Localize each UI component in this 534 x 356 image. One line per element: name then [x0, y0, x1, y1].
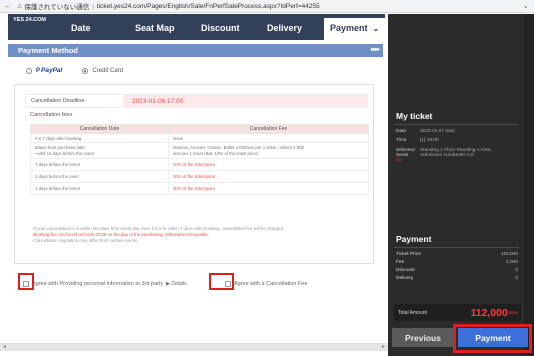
price-row: Ticket Price 110,000: [396, 252, 518, 257]
deadline-label: Cancellation Deadline: [31, 98, 85, 104]
chevron-down-icon: ⌄: [372, 24, 380, 33]
price-label: Fee: [396, 260, 405, 265]
cell-date: 3 days before the even: [30, 170, 169, 183]
cell-date: 7 days before the event: [30, 158, 169, 171]
table-row: 7 days before the event 10% of the ticke…: [30, 158, 369, 171]
extensions-icon[interactable]: ⌄: [522, 1, 529, 10]
cancellation-fees-title: Cancellation fees: [30, 112, 73, 118]
table-row: 1 days before the event 30% of the ticke…: [30, 182, 369, 195]
ticket-seats-row: Selected Seats (1) Standing 1 Floor Stan…: [396, 148, 491, 163]
cell-fee: None: [168, 133, 369, 143]
tab-seat-map[interactable]: Seat Map: [135, 23, 175, 33]
price-label: Delivery: [396, 276, 414, 281]
cell-date: 1 days before the event: [30, 182, 169, 195]
cell-date: For 7 days after booking: [30, 133, 169, 143]
tab-discount[interactable]: Discount: [201, 23, 240, 33]
credit-card-radio[interactable]: [82, 67, 89, 74]
paypal-logo-icon: P: [36, 67, 41, 74]
cancellation-fee-table: Cancellation Date Cancellation Fee For 7…: [30, 124, 369, 195]
note-item: -Cancellation regulation may differ from…: [32, 238, 139, 243]
previous-button[interactable]: Previous: [392, 328, 454, 347]
agree-cancel-fee-row[interactable]: Agree with a Cancellation Fee: [225, 277, 307, 290]
seats-label: Selected Seats (1): [396, 148, 420, 163]
cancellation-notes: -If your cancellation is in within ten d…: [32, 226, 377, 244]
time-value: [1] 18:00: [420, 138, 439, 143]
cell-fee: 30% of the ticket price: [168, 182, 369, 195]
scroll-right-icon[interactable]: ▸: [382, 343, 385, 350]
payment-method-options: P PayPal Credit Card: [26, 67, 123, 74]
credit-card-label: Credit Card: [92, 67, 124, 74]
price-row: Discount 0: [396, 268, 518, 273]
my-ticket-title: My ticket: [396, 111, 433, 121]
column-header-fee: Cancellation Fee: [168, 124, 369, 134]
tab-payment[interactable]: Payment ⌄: [324, 18, 390, 40]
column-header-date: Cancellation Date: [30, 124, 169, 134]
order-summary-sidebar: My ticket Date 2023.01.07 (sat) Time [1]…: [388, 14, 534, 356]
warning-icon: ⚠: [17, 3, 23, 10]
deadline-value: 2023-01-06 17:00: [124, 95, 367, 107]
payment-method-header: Payment Method ▸▸▸▸: [8, 44, 383, 57]
scroll-left-icon[interactable]: ◂: [3, 343, 6, 350]
paypal-radio[interactable]: [26, 67, 32, 74]
seats-count: (1): [396, 158, 402, 163]
divider: [394, 247, 519, 248]
agree-third-party-row[interactable]: Agree with Providing personal informatio…: [23, 277, 187, 290]
details-link[interactable]: ▶ Details: [166, 281, 187, 287]
seats-value-2: Admission number60 Col: [420, 153, 474, 158]
horizontal-scrollbar[interactable]: ◂ ▸: [0, 343, 388, 351]
date-label: Date: [396, 129, 407, 134]
total-label: Total Amount: [398, 309, 427, 316]
browser-address-bar[interactable]: ← ⚠ 保護されていない通信 | ticket.yes24.com/Pages/…: [0, 0, 534, 13]
ticket-time-row: Time [1] 18:00: [396, 138, 439, 143]
security-status: 保護されていない通信: [24, 4, 90, 11]
cell-fee: Musical, Concert, Classic, Ballet 4,000w…: [168, 142, 369, 159]
highlight-box: [18, 273, 34, 290]
tab-date[interactable]: Date: [71, 23, 91, 33]
sidebar-scroll-strip: [524, 14, 534, 356]
agree-third-party-label: Agree with Providing personal informatio…: [32, 280, 164, 287]
total-amount: Total Amount 112,000 Won: [394, 304, 521, 321]
url-text[interactable]: ticket.yes24.com/Pages/English/Sale/FnPe…: [97, 3, 320, 10]
price-value: 0: [515, 276, 518, 281]
cancellation-deadline: Cancellation Deadline 2023-01-06 17:00: [25, 94, 368, 108]
price-label: Ticket Price: [396, 252, 421, 257]
seats-value: Standing 1 Floor Standing A Area Admissi…: [420, 148, 491, 163]
cancellation-panel: Cancellation Deadline 2023-01-06 17:00 C…: [14, 84, 374, 264]
cell-date: 8days from purchase date ~until 10 days …: [30, 142, 169, 159]
back-arrow-icon[interactable]: ←: [4, 2, 12, 10]
tab-delivery[interactable]: Delivery: [267, 23, 302, 33]
price-row: Delivery 0: [396, 276, 518, 281]
price-label: Discount: [396, 268, 415, 273]
agree-cancel-fee-label: Agree with a Cancellation Fee: [234, 280, 308, 287]
table-row: For 7 days after booking None: [30, 133, 369, 143]
total-value: 112,000: [470, 306, 508, 319]
double-arrow-icon: ▸▸▸▸: [370, 47, 380, 53]
date-value: 2023.01.07 (sat): [420, 129, 455, 134]
price-value: 0: [515, 268, 518, 273]
price-row: Fee 2,000: [396, 260, 518, 265]
highlight-box: [453, 324, 532, 353]
cell-fee: 20% of the ticket price: [168, 170, 369, 183]
table-row: 3 days before the even 20% of the ticket…: [30, 170, 369, 183]
divider: [394, 124, 519, 125]
ticket-date-row: Date 2023.01.07 (sat): [396, 129, 455, 134]
address-separator: |: [92, 2, 94, 10]
site-logo[interactable]: YES 24.COM: [13, 17, 46, 23]
table-row: 8days from purchase date ~until 10 days …: [30, 142, 369, 159]
price-value: 2,000: [505, 260, 518, 265]
payment-summary-title: Payment: [396, 234, 432, 244]
step-navigation: YES 24.COM Date Seat Map Discount Delive…: [8, 14, 390, 40]
cell-fee: 10% of the ticket price: [168, 158, 369, 171]
time-label: Time: [396, 138, 407, 143]
payment-method-title: Payment Method: [18, 46, 79, 55]
total-unit: Won: [508, 310, 518, 315]
paypal-label: PayPal: [41, 67, 63, 74]
price-value: 110,000: [501, 252, 518, 257]
tab-payment-label: Payment: [330, 23, 368, 33]
highlight-box: [209, 273, 234, 290]
